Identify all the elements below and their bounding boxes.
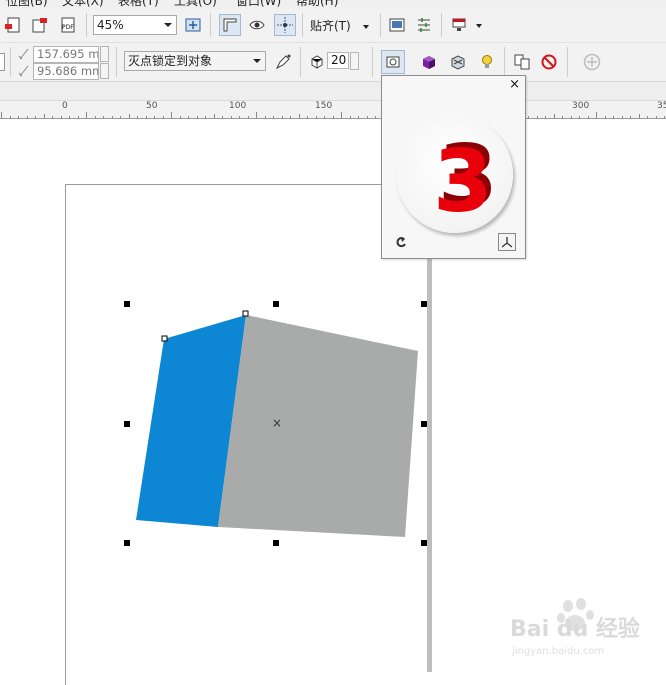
selection-handle-right[interactable] — [421, 421, 427, 427]
extrude-rotation-popup: × 3 3 — [381, 75, 526, 259]
selection-handle-bottom[interactable] — [273, 540, 279, 546]
close-icon[interactable]: × — [509, 78, 520, 92]
selection-handle-left[interactable] — [124, 421, 130, 427]
watermark-text: Bai du 经验 — [510, 616, 640, 642]
rotation-values-button[interactable] — [498, 233, 516, 251]
axes-icon — [501, 237, 513, 248]
extruded-object[interactable] — [0, 0, 666, 672]
watermark-url: jingyan.baidu.com — [511, 646, 604, 657]
rotation-preview-sphere[interactable]: 3 3 — [396, 116, 513, 233]
extruded-3-preview-icon: 3 3 — [433, 127, 498, 232]
selection-handle-top[interactable] — [273, 301, 279, 307]
undo-arrow-icon — [396, 237, 406, 248]
node-handle[interactable] — [242, 310, 249, 317]
node-handle[interactable] — [161, 335, 168, 342]
selection-handle-top-right[interactable] — [421, 301, 427, 307]
reset-rotation-button[interactable] — [393, 234, 409, 250]
selection-handle-bottom-right[interactable] — [421, 540, 427, 546]
rotation-center-mark[interactable]: × — [272, 416, 282, 430]
baidu-watermark: Bai du 经验 jingyan.baidu.com — [510, 598, 640, 657]
preview-digit: 3 — [433, 132, 493, 232]
extrude-front-face[interactable] — [218, 315, 418, 537]
selection-handle-top-left[interactable] — [124, 301, 130, 307]
selection-handle-bottom-left[interactable] — [124, 540, 130, 546]
